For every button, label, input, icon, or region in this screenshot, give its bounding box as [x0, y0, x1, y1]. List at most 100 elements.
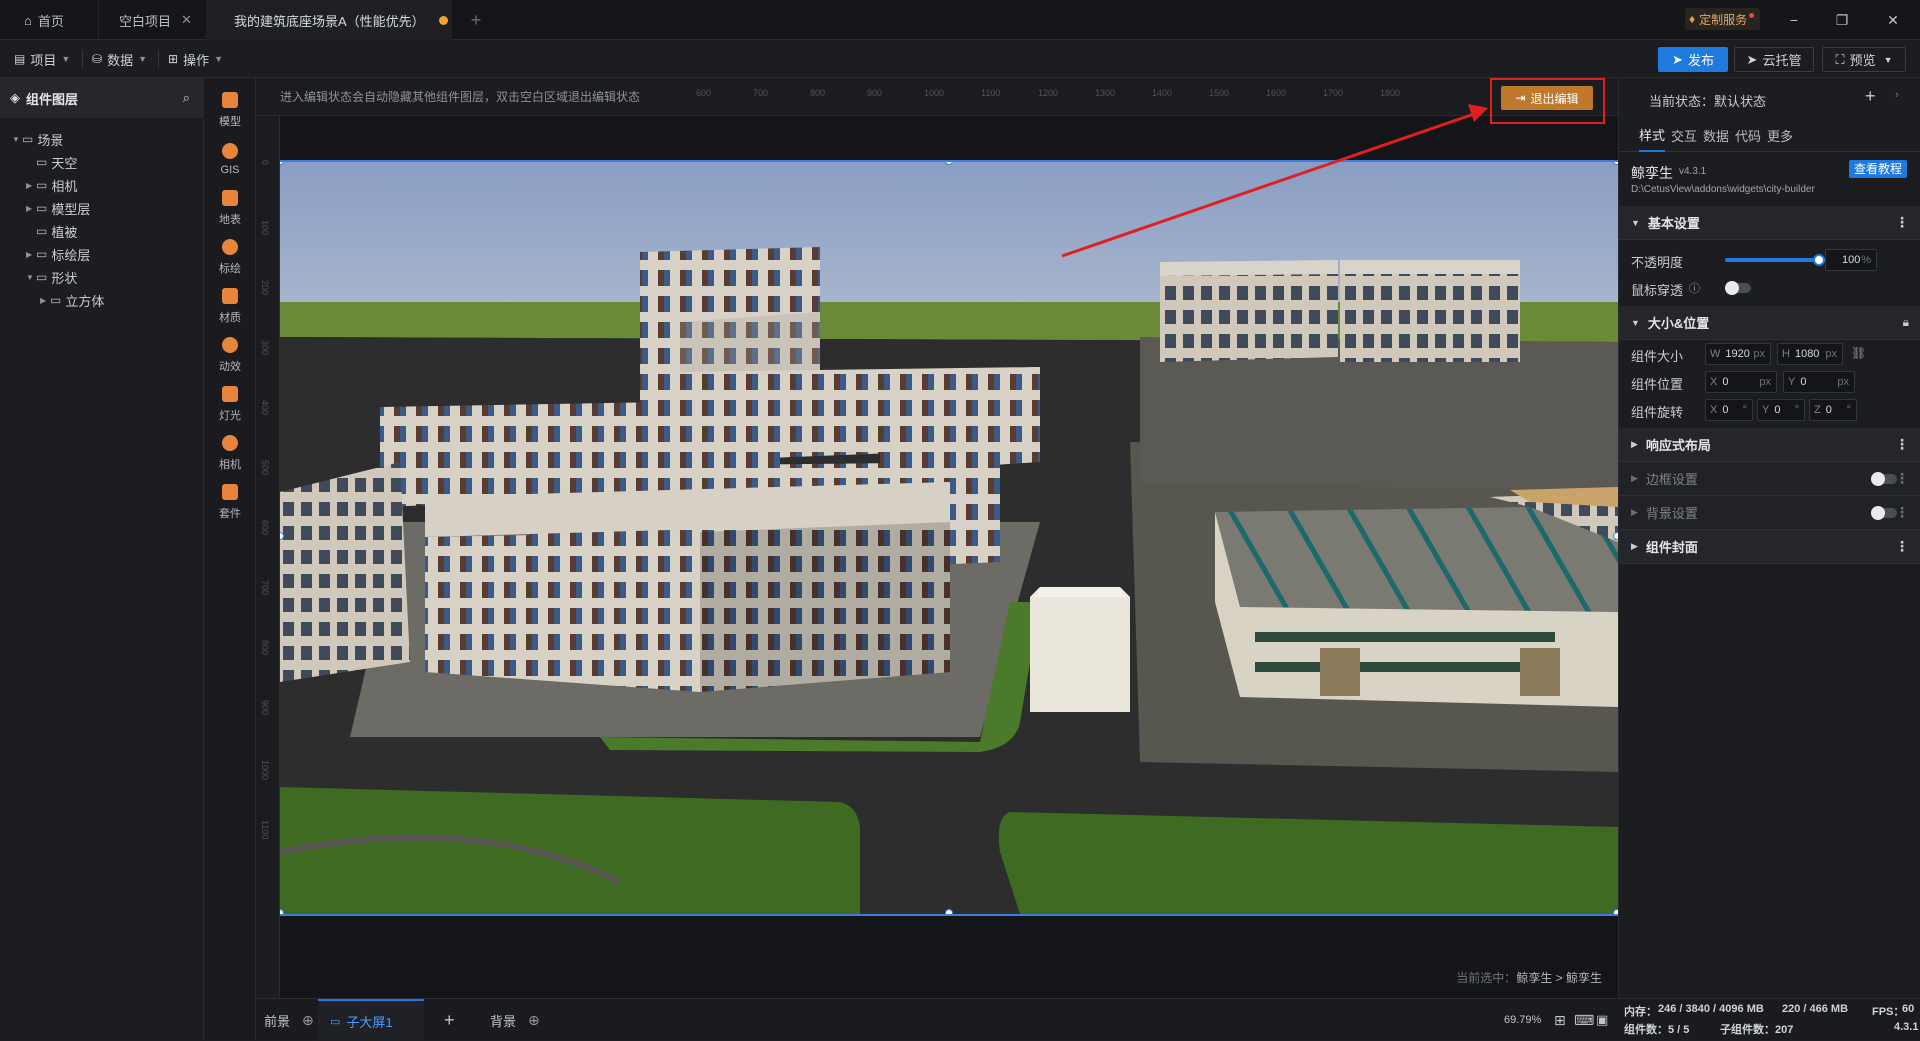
data-menu[interactable]: ⛁ 数据 ▼ [92, 46, 147, 72]
props-tab[interactable]: 交互 [1671, 118, 1697, 152]
more-icon[interactable]: ⋮ [1895, 470, 1909, 487]
rot-z-input[interactable]: Z 0 ° [1809, 399, 1857, 421]
size-position-section[interactable]: ▼ 大小&位置 🔒︎ [1619, 306, 1920, 340]
foreground-tab[interactable]: 前景 ⊕ [264, 999, 314, 1041]
layer-item[interactable]: ▶ ▭ 相机 [0, 174, 77, 196]
rot-x-input[interactable]: X 0 ° [1705, 399, 1753, 421]
tool-label: 动效 [219, 360, 241, 373]
layer-item[interactable]: ▼ ▭ 形状 [0, 266, 77, 288]
tool-3[interactable]: 标绘 [204, 229, 256, 285]
width-input[interactable]: W 1920 px [1705, 343, 1771, 365]
help-icon[interactable]: ⓘ [1689, 280, 1700, 296]
sub-screen-tab[interactable]: ▭ 子大屏1 [318, 999, 424, 1041]
tutorial-button[interactable]: 查看教程 [1849, 160, 1908, 178]
basic-settings-section[interactable]: ▼ 基本设置 ⋮ [1619, 206, 1920, 240]
props-tab[interactable]: 样式 [1639, 118, 1666, 152]
mouse-through-toggle[interactable] [1725, 281, 1751, 295]
publish-button[interactable]: ➤ 发布 [1658, 47, 1728, 72]
rot-y-input[interactable]: Y 0 ° [1757, 399, 1805, 421]
state-label[interactable]: 当前状态：默认状态 [1649, 91, 1766, 110]
tool-1[interactable]: GIS [204, 131, 256, 187]
tool-label: 模型 [219, 115, 241, 128]
tab-blank-project[interactable]: 空白项目 ✕ [98, 0, 198, 40]
minimize-button[interactable]: − [1781, 8, 1807, 32]
data-menu-label: 数据 [107, 52, 134, 68]
tab-scene[interactable]: 我的建筑底座场景A（性能优先） [206, 0, 452, 40]
chevron-right-icon: ▶ [1631, 473, 1638, 483]
more-icon[interactable]: ⋮ [1895, 504, 1909, 521]
project-menu[interactable]: ▤ 项目 ▼ [14, 46, 70, 72]
add-state-icon[interactable]: + [1865, 86, 1876, 107]
layer-item[interactable]: ▭ 植被 [0, 220, 77, 242]
restore-button[interactable]: ❐ [1829, 8, 1855, 32]
layer-item[interactable]: ▭ 天空 [0, 151, 77, 173]
pos-y-input[interactable]: Y 0 px [1783, 371, 1855, 393]
tool-5[interactable]: 动效 [204, 327, 256, 383]
tool-6[interactable]: 灯光 [204, 376, 256, 432]
add-circle-icon[interactable]: ⊕ [528, 1012, 540, 1029]
opacity-slider-handle[interactable] [1813, 254, 1825, 266]
close-tab-icon[interactable]: ✕ [181, 12, 192, 28]
layer-item[interactable]: ▶ ▭ 模型层 [0, 197, 90, 219]
add-tab-button[interactable]: + [465, 0, 487, 40]
chevron-down-icon[interactable]: ▼ [12, 135, 22, 144]
fit-screen-icon[interactable]: ⊞ [1554, 999, 1566, 1041]
props-tabs: 样式 交互 数据 代码 更多 [1619, 118, 1920, 152]
tool-0[interactable]: 模型 [204, 82, 256, 138]
chevron-right-icon[interactable]: › [1895, 89, 1899, 101]
chevron-right-icon[interactable]: ▶ [26, 181, 36, 190]
editor-canvas[interactable]: 进入编辑状态会自动隐藏其他组件图层，双击空白区域退出编辑状态 600 700 800… [256, 78, 1618, 998]
layer-item[interactable]: ▶ ▭ 立方体 [0, 289, 104, 311]
opacity-label: 不透明度 [1631, 255, 1684, 270]
background-toggle[interactable] [1871, 506, 1897, 520]
chevron-right-icon[interactable]: ▶ [26, 204, 36, 213]
chevron-right-icon[interactable]: ▶ [40, 296, 50, 305]
tool-8[interactable]: 套件 [204, 474, 256, 530]
opacity-input[interactable]: 100 % [1825, 249, 1877, 271]
chevron-right-icon[interactable]: ▶ [26, 250, 36, 259]
lock-icon[interactable]: 🔒︎ [1903, 315, 1909, 330]
cloud-host-button[interactable]: ➤ 云托管 [1734, 47, 1814, 72]
gem-icon: ♦ [1689, 12, 1696, 26]
link-icon[interactable]: ⛓ [1851, 346, 1866, 360]
selection-info: 当前选中：鲸孪生 > 鲸孪生 [1456, 969, 1602, 986]
tool-label: GIS [220, 163, 240, 176]
border-toggle[interactable] [1871, 472, 1897, 486]
search-icon[interactable]: ⌕ [183, 90, 190, 106]
custom-service-button[interactable]: ♦ 定制服务 [1685, 8, 1761, 30]
props-tab[interactable]: 代码 [1735, 118, 1761, 152]
operation-menu[interactable]: ⊞ 操作 ▼ [168, 46, 223, 72]
props-tab[interactable]: 更多 [1767, 118, 1793, 152]
responsive-layout-section[interactable]: ▶ 响应式布局 ⋮ [1619, 428, 1920, 462]
layer-item[interactable]: ▼ ▭ 场景 [0, 128, 63, 150]
border-settings-section[interactable]: ▶ 边框设置 ⋮ [1619, 462, 1920, 496]
component-cover-section[interactable]: ▶ 组件封面 ⋮ [1619, 530, 1920, 564]
widget-version: v4.3.1 [1679, 166, 1707, 177]
height-input[interactable]: H 1080 px [1777, 343, 1843, 365]
border-settings-title: 边框设置 [1645, 472, 1698, 487]
more-icon[interactable]: ⋮ [1895, 538, 1909, 555]
layer-item[interactable]: ▶ ▭ 标绘层 [0, 243, 90, 265]
props-tab[interactable]: 数据 [1703, 118, 1729, 152]
chevron-down-icon[interactable]: ▼ [26, 273, 36, 282]
tool-7[interactable]: 相机 [204, 425, 256, 481]
preview-button[interactable]: ⛶ 预览 ▼ [1822, 47, 1906, 72]
more-icon[interactable]: ⋮ [1895, 214, 1909, 231]
background-tab[interactable]: 背景 ⊕ [490, 999, 540, 1041]
keyboard-icon[interactable]: ⌨ [1574, 999, 1594, 1041]
tool-4[interactable]: 材质 [204, 278, 256, 334]
cloud-host-label: 云托管 [1762, 53, 1802, 68]
add-circle-icon[interactable]: ⊕ [302, 1012, 314, 1029]
fps-label: FPS： [1872, 1006, 1905, 1018]
tab-home[interactable]: ⌂ 首页 [0, 0, 95, 40]
opacity-slider[interactable] [1725, 254, 1825, 266]
terminal-icon[interactable]: ▣ [1596, 999, 1608, 1041]
close-window-button[interactable]: ✕ [1880, 8, 1906, 32]
pos-x-input[interactable]: X 0 px [1705, 371, 1777, 393]
zoom-level[interactable]: 69.79% [1504, 999, 1541, 1041]
background-settings-section[interactable]: ▶ 背景设置 ⋮ [1619, 496, 1920, 530]
chevron-down-icon: ▼ [214, 54, 223, 64]
more-icon[interactable]: ⋮ [1895, 436, 1909, 453]
add-screen-button[interactable]: + [444, 999, 455, 1041]
tool-2[interactable]: 地表 [204, 180, 256, 236]
